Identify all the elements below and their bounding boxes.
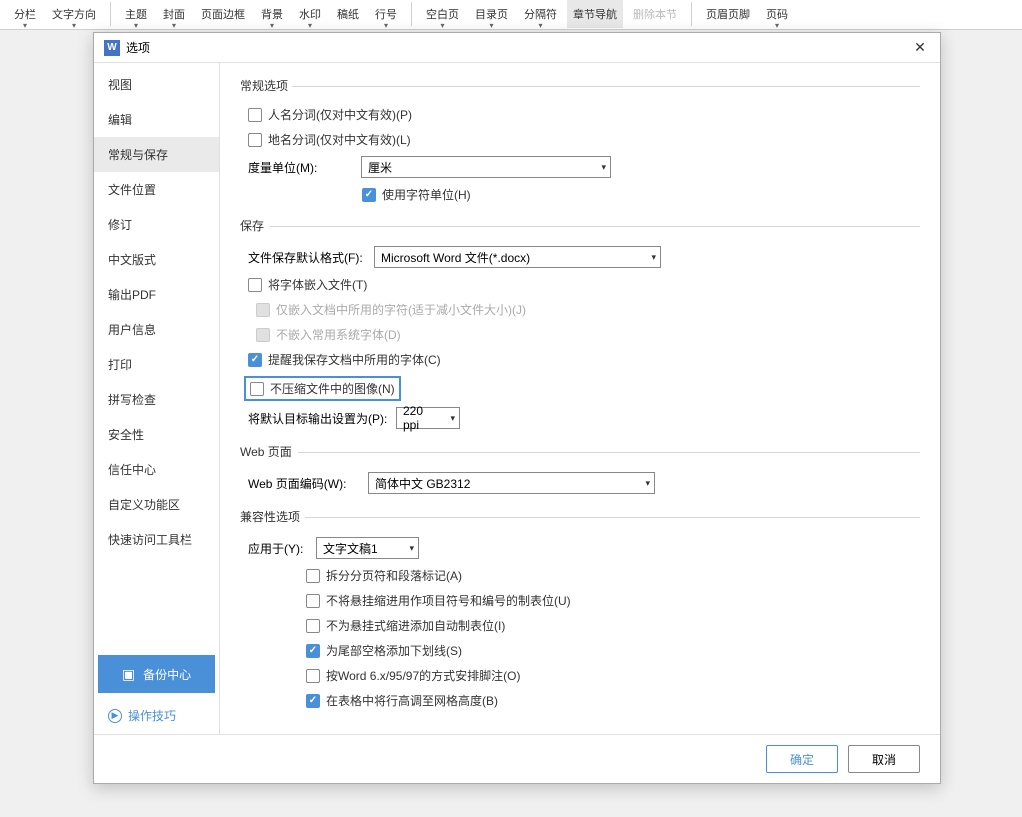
checkbox-name-segment[interactable] — [248, 108, 262, 122]
sidebar-item-spellcheck[interactable]: 拼写检查 — [94, 382, 219, 417]
section-save-title: 保存 — [240, 217, 920, 234]
checkbox-no-compress[interactable] — [250, 382, 264, 396]
ribbon-toolbar: 分栏 文字方向 主题 封面 页面边框 背景 水印 稿纸 行号 空白页 目录页 分… — [0, 0, 1022, 30]
label-embed-used: 仅嵌入文档中所用的字符(适于减小文件大小)(J) — [276, 301, 526, 318]
tips-icon: ▶ — [108, 709, 122, 723]
label-no-compress: 不压缩文件中的图像(N) — [270, 380, 395, 397]
label-output-ppi: 将默认目标输出设置为(P): — [248, 410, 388, 427]
ribbon-page-number[interactable]: 页码 — [760, 0, 794, 28]
dialog-titlebar: W 选项 ✕ — [94, 33, 940, 63]
checkbox-no-hang-tab[interactable] — [306, 594, 320, 608]
ribbon-text-direction[interactable]: 文字方向 — [46, 0, 102, 28]
sidebar-item-quick-access[interactable]: 快速访问工具栏 — [94, 522, 219, 557]
checkbox-underline-trail[interactable] — [306, 644, 320, 658]
ribbon-background[interactable]: 背景 — [255, 0, 289, 28]
label-remind-fonts: 提醒我保存文档中所用的字体(C) — [268, 351, 441, 368]
checkbox-word6-footnote[interactable] — [306, 669, 320, 683]
select-output-ppi[interactable]: 220 ppi — [396, 407, 460, 429]
checkbox-remind-fonts[interactable] — [248, 353, 262, 367]
content-panel: 常规选项 人名分词(仅对中文有效)(P) 地名分词(仅对中文有效)(L) 度量单… — [220, 63, 940, 734]
label-embed-fonts: 将字体嵌入文件(T) — [268, 276, 367, 293]
backup-label: 备份中心 — [143, 666, 191, 683]
select-web-encoding[interactable]: 简体中文 GB2312 — [368, 472, 655, 494]
label-apply-to: 应用于(Y): — [248, 540, 308, 557]
label-file-format: 文件保存默认格式(F): — [248, 249, 366, 266]
sidebar-item-security[interactable]: 安全性 — [94, 417, 219, 452]
ribbon-page-border[interactable]: 页面边框 — [195, 0, 251, 28]
ribbon-blank-page[interactable]: 空白页 — [420, 0, 465, 28]
cancel-button[interactable]: 取消 — [848, 745, 920, 773]
sidebar-item-general-save[interactable]: 常规与保存 — [94, 137, 219, 172]
ribbon-toc-page[interactable]: 目录页 — [469, 0, 514, 28]
sidebar-item-output-pdf[interactable]: 输出PDF — [94, 277, 219, 312]
ok-button[interactable]: 确定 — [766, 745, 838, 773]
dialog-close-button[interactable]: ✕ — [910, 38, 930, 58]
checkbox-place-segment[interactable] — [248, 133, 262, 147]
label-name-segment: 人名分词(仅对中文有效)(P) — [268, 106, 412, 123]
checkbox-no-auto-tab[interactable] — [306, 619, 320, 633]
ribbon-manuscript[interactable]: 稿纸 — [331, 0, 365, 28]
label-char-unit: 使用字符单位(H) — [382, 186, 471, 203]
label-unit: 度量单位(M): — [248, 159, 353, 176]
section-compat-title: 兼容性选项 — [240, 508, 920, 525]
label-no-sys-fonts: 不嵌入常用系统字体(D) — [276, 326, 401, 343]
ribbon-chapter-nav[interactable]: 章节导航 — [567, 0, 623, 28]
options-dialog: W 选项 ✕ 视图 编辑 常规与保存 文件位置 修订 中文版式 输出PDF 用户… — [93, 32, 941, 784]
checkbox-embed-used — [256, 303, 270, 317]
sidebar-item-edit[interactable]: 编辑 — [94, 102, 219, 137]
checkbox-split-break[interactable] — [306, 569, 320, 583]
label-no-hang-tab: 不将悬挂缩进用作项目符号和编号的制表位(U) — [326, 592, 571, 609]
sidebar-item-chinese-layout[interactable]: 中文版式 — [94, 242, 219, 277]
sidebar-item-revision[interactable]: 修订 — [94, 207, 219, 242]
dialog-app-icon: W — [104, 40, 120, 56]
checkbox-table-row-grid[interactable] — [306, 694, 320, 708]
sidebar-item-view[interactable]: 视图 — [94, 67, 219, 102]
ribbon-separator[interactable]: 分隔符 — [518, 0, 563, 28]
ribbon-watermark[interactable]: 水印 — [293, 0, 327, 28]
checkbox-embed-fonts[interactable] — [248, 278, 262, 292]
operation-tips-link[interactable]: ▶ 操作技巧 — [94, 697, 219, 734]
section-general-title: 常规选项 — [240, 77, 920, 94]
dialog-title-text: 选项 — [126, 39, 910, 56]
sidebar: 视图 编辑 常规与保存 文件位置 修订 中文版式 输出PDF 用户信息 打印 拼… — [94, 63, 220, 734]
select-file-format[interactable]: Microsoft Word 文件(*.docx) — [374, 246, 661, 268]
sidebar-item-user-info[interactable]: 用户信息 — [94, 312, 219, 347]
label-split-break: 拆分分页符和段落标记(A) — [326, 567, 462, 584]
checkbox-no-sys-fonts — [256, 328, 270, 342]
label-table-row-grid: 在表格中将行高调至网格高度(B) — [326, 692, 498, 709]
backup-icon: ▣ — [122, 666, 135, 683]
label-no-auto-tab: 不为悬挂式缩进添加自动制表位(I) — [326, 617, 505, 634]
sidebar-item-trust-center[interactable]: 信任中心 — [94, 452, 219, 487]
backup-center-button[interactable]: ▣ 备份中心 — [98, 655, 215, 693]
select-apply-to[interactable]: 文字文稿1 — [316, 537, 419, 559]
label-web-encoding: Web 页面编码(W): — [248, 475, 360, 492]
checkbox-char-unit[interactable] — [362, 188, 376, 202]
tips-label: 操作技巧 — [128, 707, 176, 724]
ribbon-theme[interactable]: 主题 — [119, 0, 153, 28]
ribbon-line-number[interactable]: 行号 — [369, 0, 403, 28]
highlight-no-compress: 不压缩文件中的图像(N) — [244, 376, 401, 401]
select-unit[interactable]: 厘米 — [361, 156, 611, 178]
sidebar-item-print[interactable]: 打印 — [94, 347, 219, 382]
label-underline-trail: 为尾部空格添加下划线(S) — [326, 642, 462, 659]
sidebar-item-file-location[interactable]: 文件位置 — [94, 172, 219, 207]
dialog-footer: 确定 取消 — [94, 734, 940, 783]
label-word6-footnote: 按Word 6.x/95/97的方式安排脚注(O) — [326, 667, 521, 684]
ribbon-columns[interactable]: 分栏 — [8, 0, 42, 28]
section-web-title: Web 页面 — [240, 443, 920, 460]
sidebar-item-custom-ribbon[interactable]: 自定义功能区 — [94, 487, 219, 522]
ribbon-delete-section: 删除本节 — [627, 0, 683, 28]
label-place-segment: 地名分词(仅对中文有效)(L) — [268, 131, 411, 148]
ribbon-cover[interactable]: 封面 — [157, 0, 191, 28]
ribbon-header-footer[interactable]: 页眉页脚 — [700, 0, 756, 28]
